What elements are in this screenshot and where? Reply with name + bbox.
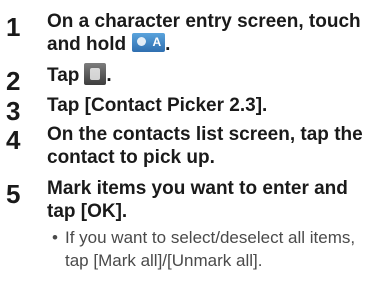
note: • If you want to select/deselect all ite… [52, 226, 377, 272]
step-text-suffix: . [165, 34, 171, 55]
note-text: If you want to select/deselect all items… [65, 228, 356, 270]
step-text: Tap [Contact Picker 2.3]. [47, 95, 268, 116]
step-text: On the contacts list screen, tap the con… [47, 124, 363, 168]
step-text: Mark items you want to enter and tap [OK… [47, 178, 348, 222]
step-text: On a character entry screen, touch and h… [47, 10, 377, 56]
step-text-main: Tap [47, 65, 80, 86]
contact-picker-icon [84, 62, 107, 85]
step-number: 4 [6, 125, 21, 155]
note-bullet: • [52, 228, 58, 247]
step-text-suffix: . [106, 65, 112, 86]
step-number: 2 [6, 66, 21, 96]
step-number: 3 [6, 96, 21, 126]
step-number: 5 [6, 179, 21, 209]
input-mode-icon [132, 33, 166, 53]
step-text-main: On a character entry screen, touch and h… [47, 11, 361, 55]
step-number: 1 [6, 12, 21, 42]
step-text: Tap. [47, 62, 377, 87]
